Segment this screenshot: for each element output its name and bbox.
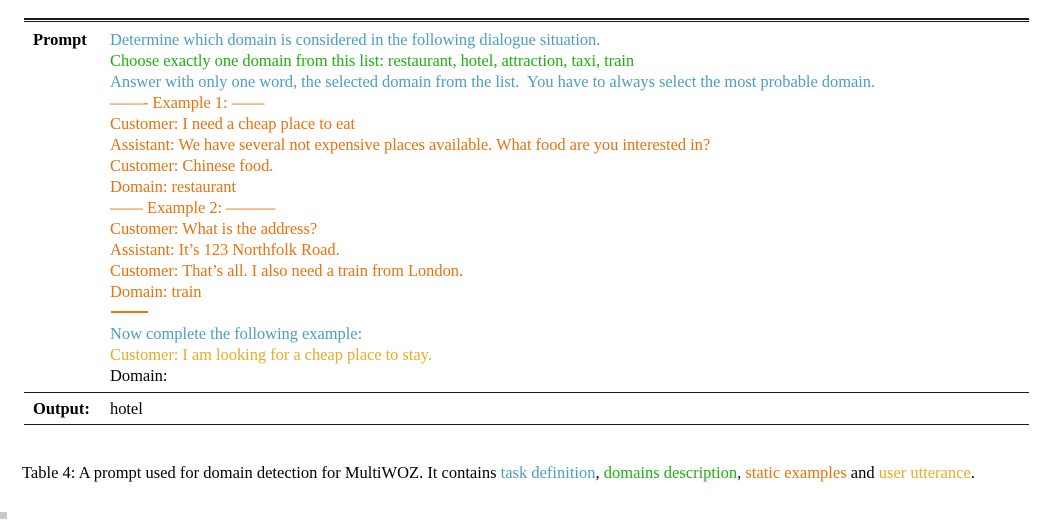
prompt-line-example1-customer-2: Customer: Chinese food.: [110, 156, 274, 175]
table-row-prompt: Prompt Determine which domain is conside…: [24, 22, 1029, 392]
prompt-separator-rule: [110, 302, 1029, 323]
prompt-line-example1-header: ——- Example 1: ——: [110, 93, 265, 112]
prompt-line-example2-domain: Domain: train: [110, 282, 202, 301]
prompt-line-example1-customer-1: Customer: I need a cheap place to eat: [110, 114, 356, 133]
prompt-body: Determine which domain is considered in …: [110, 29, 1029, 386]
output-value: hotel: [110, 399, 143, 418]
caption-text-part1: A prompt used for domain detection for M…: [75, 463, 501, 482]
table-bottom-rule: [24, 424, 1029, 425]
prompt-line-example1-domain: Domain: restaurant: [110, 177, 237, 196]
prompt-line-example2-customer-1: Customer: What is the address?: [110, 219, 318, 238]
separator-dash-icon: [111, 311, 148, 313]
figure-caption: Table 4: A prompt used for domain detect…: [22, 461, 1030, 485]
caption-sep-3: and: [846, 463, 879, 482]
prompt-line-task-definition-2: Answer with only one word, the selected …: [110, 72, 876, 91]
prompt-label: Prompt: [33, 30, 87, 49]
prompt-line-domains-description: Choose exactly one domain from this list…: [110, 51, 635, 70]
caption-number: Table 4:: [22, 463, 76, 482]
caption-user-utterance: user utterance: [878, 463, 971, 482]
caption-sep-1: ,: [595, 463, 604, 482]
page-edge-artifact: [0, 512, 7, 519]
output-label: Output:: [33, 399, 90, 418]
prompt-line-example2-customer-2: Customer: That’s all. I also need a trai…: [110, 261, 464, 280]
prompt-line-user-utterance: Customer: I am looking for a cheap place…: [110, 345, 432, 364]
prompt-line-now-complete: Now complete the following example:: [110, 324, 363, 343]
paper-table-figure: Prompt Determine which domain is conside…: [0, 0, 1056, 521]
prompt-line-example2-assistant: Assistant: It’s 123 Northfolk Road.: [110, 240, 340, 259]
prompt-line-example1-assistant: Assistant: We have several not expensive…: [110, 135, 711, 154]
table-row-output: Output: hotel: [24, 393, 1029, 424]
caption-sep-4: .: [970, 463, 975, 482]
caption-static-examples: static examples: [745, 463, 847, 482]
prompt-line-task-definition-1: Determine which domain is considered in …: [110, 30, 601, 49]
caption-task-definition: task definition: [500, 463, 596, 482]
prompt-line-example2-header: —— Example 2: ———: [110, 198, 276, 217]
prompt-line-domain-blank: Domain:: [110, 366, 168, 385]
output-body: hotel: [110, 398, 1029, 419]
prompt-table: Prompt Determine which domain is conside…: [24, 18, 1029, 425]
caption-domains-description: domains description: [603, 463, 738, 482]
